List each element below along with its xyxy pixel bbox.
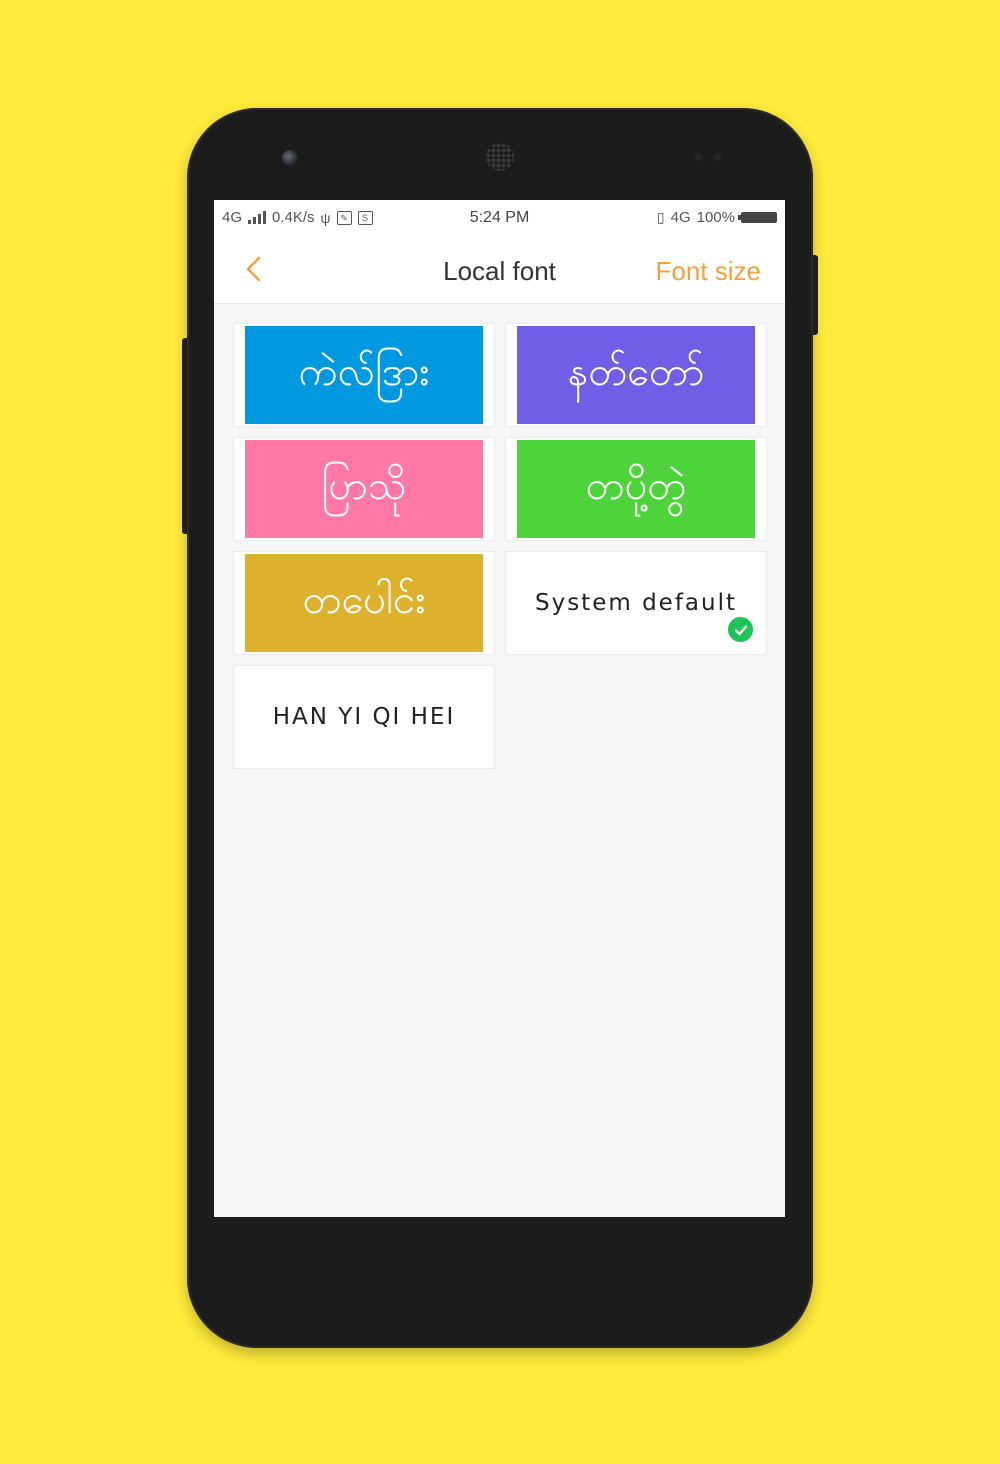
font-size-button[interactable]: Font size [656,256,762,287]
font-label: System default [534,590,737,616]
font-preview: တပို့တွဲ [517,440,755,538]
font-preview: နတ်တော် [517,326,755,424]
battery-icon [738,212,777,223]
vibrate-icon: ▯ [656,209,665,225]
font-preview: ကဲလ်ဒြား [245,326,483,424]
font-tile-tabodwe[interactable]: တပို့တွဲ [506,438,766,540]
front-camera [282,150,298,166]
font-preview: ပြာသို [245,440,483,538]
font-tile-tabaung[interactable]: တပေါင်း [234,552,494,654]
status-bar: 4G 0.4K/s ψ ✎ S 5:24 PM ▯ 4G 100% [214,200,785,236]
font-label: HAN YI QI HEI [272,704,456,730]
check-circle-icon [726,615,755,644]
battery-percent: 100% [696,209,735,226]
navigation-bar: Local font Font size [214,236,785,304]
screen: 4G 0.4K/s ψ ✎ S 5:24 PM ▯ 4G 100% Local … [214,200,785,1217]
font-preview: တပေါင်း [245,554,483,652]
font-tile-kalendra[interactable]: ကဲလ်ဒြား [234,324,494,426]
font-tile-system-default[interactable]: System default [506,552,766,654]
light-sensor [714,153,722,161]
font-tile-han-yi-qi-hei[interactable]: HAN YI QI HEI [234,666,494,768]
font-tile-natdaw[interactable]: နတ်တော် [506,324,766,426]
network-type-right: 4G [670,209,691,226]
earpiece-speaker [486,143,514,171]
font-tile-pyatho[interactable]: ပြာသို [234,438,494,540]
proximity-sensor [694,153,702,161]
